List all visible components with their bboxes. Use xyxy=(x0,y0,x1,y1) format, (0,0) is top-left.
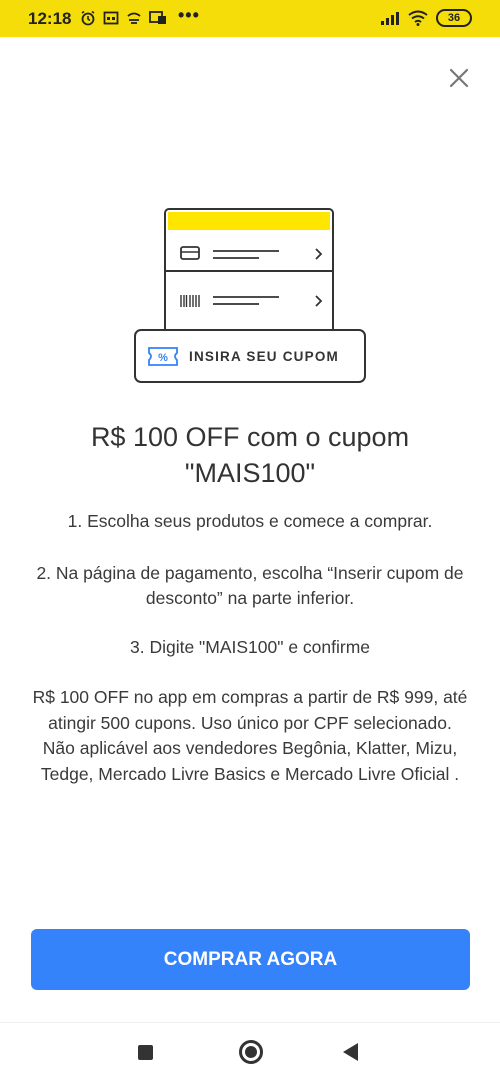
home-icon[interactable] xyxy=(239,1040,263,1064)
notification-icons xyxy=(80,10,167,26)
promo-title: R$ 100 OFF com o cupom "MAIS100" xyxy=(90,422,410,488)
step-3: 3. Digite "MAIS100" e confirme xyxy=(129,637,371,657)
system-icons: 36 xyxy=(380,9,472,27)
close-icon[interactable] xyxy=(445,64,473,92)
coupon-label: INSIRA SEU CUPOM xyxy=(189,349,339,364)
battery-icon: 36 xyxy=(436,9,472,27)
step-1: 1. Escolha seus produtos e comece a comp… xyxy=(67,511,433,531)
status-time: 12:18 xyxy=(28,9,72,28)
navigation-bar xyxy=(0,1022,500,1082)
app-notification-icon xyxy=(127,12,141,24)
alarm-icon xyxy=(81,10,95,26)
coupon-illustration: % INSIRA SEU CUPOM xyxy=(134,208,366,383)
buy-now-button[interactable]: COMPRAR AGORA xyxy=(31,929,470,990)
step-2: 2. Na página de pagamento, escolha “Inse… xyxy=(36,563,464,608)
back-icon[interactable] xyxy=(343,1043,358,1061)
status-bar: 12:18 ••• 36 xyxy=(0,0,500,37)
wifi-icon xyxy=(408,10,428,26)
svg-text:%: % xyxy=(158,352,168,364)
terms-text: R$ 100 OFF no app em compras a partir de… xyxy=(32,687,468,784)
signal-icon xyxy=(381,12,399,25)
more-notifications-icon: ••• xyxy=(178,5,200,25)
calendar-icon xyxy=(103,11,119,25)
recent-apps-icon[interactable] xyxy=(138,1045,153,1060)
message-icon xyxy=(149,11,166,24)
